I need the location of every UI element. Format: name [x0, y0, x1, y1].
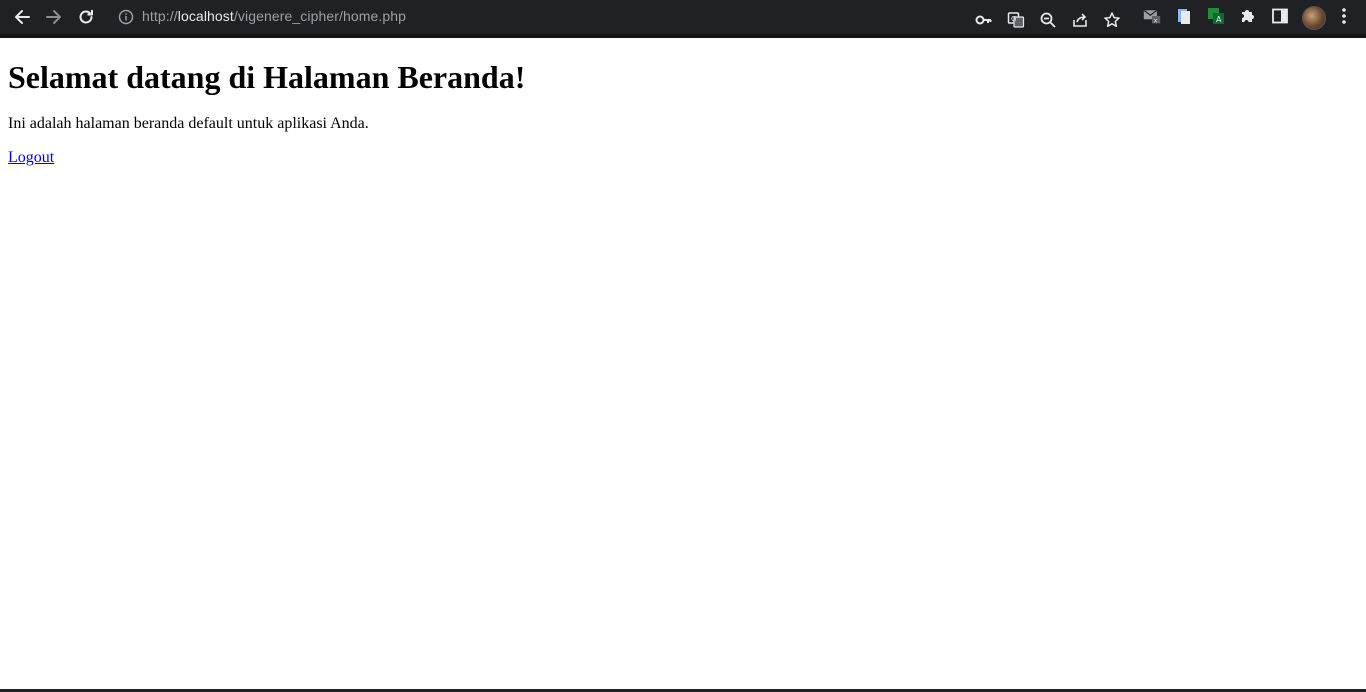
logout-link[interactable]: Logout [8, 149, 54, 166]
reload-button[interactable] [74, 5, 98, 29]
url-scheme: http:// [142, 8, 178, 24]
translate-extension-icon[interactable]: A [1207, 7, 1225, 25]
document-extension-icon[interactable] [1175, 7, 1193, 25]
back-arrow-icon [15, 10, 30, 24]
reload-icon [79, 10, 93, 24]
svg-text:x: x [1154, 17, 1158, 25]
forward-arrow-icon [46, 10, 61, 24]
svg-text:A: A [1216, 15, 1222, 24]
logout-paragraph: Logout [8, 149, 1358, 167]
key-icon[interactable] [973, 9, 995, 31]
address-bar[interactable]: http://localhost/vigenere_cipher/home.ph… [108, 3, 1128, 31]
browser-toolbar: http://localhost/vigenere_cipher/home.ph… [0, 0, 1366, 38]
svg-text:G: G [1011, 15, 1016, 23]
side-panel-icon[interactable] [1271, 7, 1289, 25]
share-icon[interactable] [1069, 9, 1091, 31]
forward-button[interactable] [42, 5, 66, 29]
info-icon[interactable] [118, 9, 134, 25]
star-icon[interactable] [1101, 9, 1123, 31]
url-host: localhost [177, 8, 234, 24]
url-text: http://localhost/vigenere_cipher/home.ph… [142, 8, 406, 24]
translate-icon[interactable]: G [1005, 9, 1027, 31]
puzzle-icon[interactable] [1239, 7, 1257, 25]
url-path: /vigenere_cipher/home.php [233, 8, 407, 24]
zoom-out-icon[interactable] [1037, 9, 1059, 31]
back-button[interactable] [10, 5, 34, 29]
page-description: Ini adalah halaman beranda default untuk… [8, 115, 369, 132]
menu-icon[interactable] [1335, 7, 1353, 25]
mail-extension-icon[interactable]: x [1143, 7, 1161, 25]
profile-avatar[interactable] [1302, 6, 1326, 30]
page-content: Selamat datang di Halaman Beranda! Ini a… [8, 38, 1358, 167]
page-title: Selamat datang di Halaman Beranda! [8, 59, 526, 95]
